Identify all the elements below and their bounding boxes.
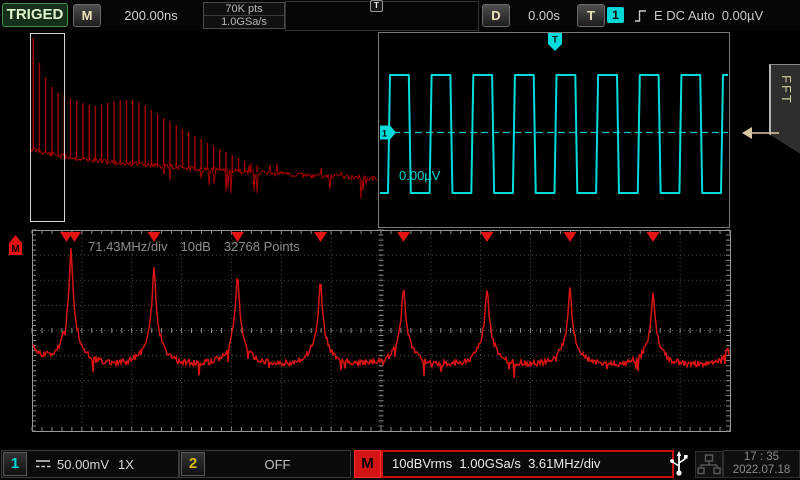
oscilloscope-screen: TRIGED M 200.00ns 70K pts 1.0GSa/s T D 0… bbox=[0, 0, 800, 480]
channel1-status-box[interactable]: 1 50.00mV 1X bbox=[1, 450, 179, 478]
lan-icon bbox=[695, 451, 723, 478]
trigger-position-flag[interactable]: T bbox=[370, 0, 383, 12]
channel1-scale: 50.00mV bbox=[57, 457, 109, 472]
dc-coupling-icon bbox=[34, 457, 52, 471]
channel1-level-label: 0.00µV bbox=[399, 168, 440, 183]
trigger-status-badge: TRIGED bbox=[2, 3, 68, 27]
menu-button-m[interactable]: M bbox=[73, 4, 101, 27]
date-readout: 2022.07.18 bbox=[724, 464, 799, 477]
usb-icon bbox=[666, 449, 694, 480]
display-area: 71.43MHz/div 10dB 32768 Points 0.00µV FF… bbox=[0, 30, 800, 448]
trigger-mode: E DC Auto bbox=[654, 8, 715, 23]
delay-button-d[interactable]: D bbox=[482, 4, 510, 27]
channel1-badge: 1 bbox=[3, 452, 27, 476]
timebase-readout: 200.00ns bbox=[105, 8, 197, 23]
math-badge[interactable]: M bbox=[354, 450, 381, 478]
acquisition-info-box: 70K pts 1.0GSa/s bbox=[203, 2, 285, 29]
channel2-status-box[interactable]: 2 OFF bbox=[179, 450, 351, 478]
trigger-level-readout: 0.00µV bbox=[722, 8, 763, 23]
top-status-bar: TRIGED M 200.00ns 70K pts 1.0GSa/s T D 0… bbox=[0, 0, 800, 30]
memory-depth: 70K pts bbox=[204, 3, 284, 15]
clock-box: 17 : 35 2022.07.18 bbox=[723, 450, 800, 478]
fft-db-per-div: 10dB bbox=[180, 239, 210, 254]
sample-rate: 1.0GSa/s bbox=[204, 15, 284, 28]
fft-overview-annotation: 71.43MHz/div 10dB 32768 Points bbox=[88, 239, 300, 254]
channel2-status: OFF bbox=[205, 457, 350, 472]
bottom-status-bar: 1 50.00mV 1X 2 OFF M 10dBVrms 1.00GSa/s … bbox=[0, 448, 800, 480]
fft-side-tab[interactable]: FFT bbox=[769, 64, 800, 155]
trigger-button-t[interactable]: T bbox=[577, 4, 605, 27]
math-status-box[interactable]: 10dBVrms 1.00GSa/s 3.61MHz/div bbox=[381, 450, 674, 478]
trigger-source-badge[interactable]: 1 bbox=[607, 7, 624, 23]
channel1-probe: 1X bbox=[118, 457, 134, 472]
rising-edge-icon bbox=[634, 8, 647, 23]
time-readout: 17 : 35 bbox=[724, 451, 799, 464]
delay-readout: 0.00s bbox=[512, 8, 576, 23]
fft-tab-label: FFT bbox=[779, 75, 794, 105]
fft-freq-per-div: 71.43MHz/div bbox=[88, 239, 167, 254]
channel2-badge: 2 bbox=[181, 452, 205, 476]
trigger-info: E DC Auto 0.00µV bbox=[634, 7, 763, 23]
fft-points: 32768 Points bbox=[224, 239, 300, 254]
